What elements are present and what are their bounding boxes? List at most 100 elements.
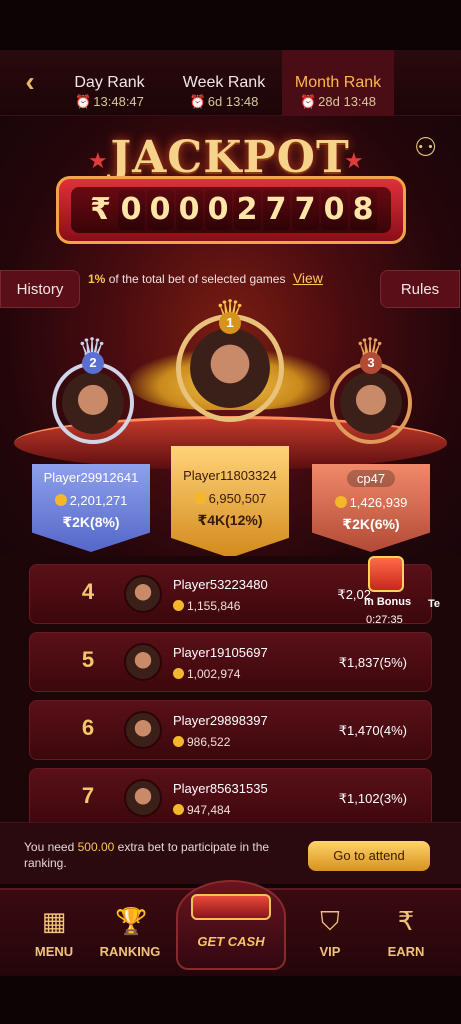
treasure-chest-icon: [191, 894, 271, 920]
rank-number: 7: [81, 783, 95, 808]
nav-label: EARN: [387, 944, 425, 959]
jackpot-note: 1% of the total bet of selected games Vi…: [88, 270, 378, 287]
rank-badge: 2: [82, 352, 104, 374]
ranking-row[interactable]: 5 Player19105697 1,002,974 ₹1,837(5%): [29, 632, 432, 692]
bonus-widget[interactable]: m Bonus 0:27:35: [358, 556, 438, 636]
tab-timer: ⏰ 28d 13:48: [299, 94, 377, 109]
system-nav-area: [0, 976, 461, 1024]
rank-badge: 3: [360, 352, 382, 374]
nav-earn[interactable]: ₹ EARN: [366, 890, 446, 978]
player-name-wrap: cp47: [312, 470, 430, 487]
clock-icon: ⏰: [189, 94, 206, 109]
tab-month-rank[interactable]: Month Rank ⏰ 28d 13:48: [282, 50, 394, 116]
rank-tabs: ‹ Day Rank ⏰ 13:48:47 Week Rank ⏰ 6d 13:48…: [0, 50, 461, 116]
counter-digit: 8: [349, 190, 377, 230]
counter-digit: 7: [262, 190, 290, 230]
counter-digit: 0: [117, 190, 145, 230]
nav-menu[interactable]: ▦ MENU: [14, 890, 94, 978]
player-name: Player29898397: [173, 713, 268, 728]
player-prize: ₹2K(8%): [62, 514, 120, 530]
nav-label: MENU: [34, 944, 74, 959]
nav-label: RANKING: [99, 944, 161, 959]
vip-shield-icon: ⛉: [320, 906, 340, 936]
player-name: cp47: [346, 470, 396, 487]
coin-icon: [54, 494, 67, 506]
coin-icon: [173, 804, 184, 815]
bonus-extra-label: Te: [428, 598, 441, 610]
required-amount: 500.00: [77, 840, 115, 854]
counter-digit: 2: [233, 190, 261, 230]
player-score: 986,522: [173, 735, 230, 749]
coin-icon: [193, 492, 206, 504]
nav-vip[interactable]: ⛉ VIP: [290, 890, 370, 978]
gift-icon: [368, 556, 404, 592]
rank-number: 5: [81, 647, 95, 672]
attend-message: You need 500.00 extra bet to participate…: [24, 840, 270, 870]
currency-symbol: ₹: [90, 192, 111, 227]
tab-timer: ⏰ 6d 13:48: [189, 94, 259, 109]
player-name: Player19105697: [173, 645, 268, 660]
tab-label: Week Rank: [182, 74, 266, 91]
player-name: Player11803324: [183, 468, 277, 483]
bonus-timer: 0:27:35: [366, 614, 403, 626]
avatar: [124, 575, 162, 613]
nav-label: GET CASH: [197, 934, 265, 949]
player-name: Player85631535: [173, 781, 268, 796]
tab-label: Day Rank: [74, 74, 145, 91]
back-icon[interactable]: ‹: [16, 68, 44, 96]
coin-icon: [173, 600, 184, 611]
avatar[interactable]: [62, 372, 124, 434]
view-link[interactable]: View: [293, 270, 323, 286]
tab-day-rank[interactable]: Day Rank ⏰ 13:48:47: [62, 50, 157, 116]
note-percent: 1%: [88, 272, 106, 286]
rank-badge: 1: [219, 312, 241, 334]
trophy-icon: 🏆: [115, 906, 148, 936]
coin-icon: [173, 736, 184, 747]
player-score: 1,426,939: [312, 495, 430, 510]
avatar[interactable]: [340, 372, 402, 434]
rank-number: 6: [81, 715, 95, 740]
player-prize: ₹1,470(4%): [338, 723, 407, 738]
avatar: [124, 711, 162, 749]
bottom-nav: ▦ MENU 🏆 RANKING GET CASH ⛉ VIP ₹ EARN: [0, 880, 461, 978]
clock-icon: ⏰: [75, 94, 92, 109]
rank-number: 4: [81, 579, 95, 604]
player-name: Player53223480: [173, 577, 268, 592]
nav-get-cash[interactable]: GET CASH: [176, 880, 286, 970]
counter-digit: 7: [291, 190, 319, 230]
counter-digit: 0: [175, 190, 203, 230]
nav-ranking[interactable]: 🏆 RANKING: [90, 890, 170, 978]
player-prize: ₹1,837(5%): [338, 655, 407, 670]
history-button[interactable]: History: [0, 270, 80, 308]
profile-gift-icon[interactable]: ⚇: [414, 132, 446, 164]
bonus-label: m Bonus: [364, 596, 412, 608]
jackpot-counter: ₹ 0 0 0 0 2 7 7 0 8: [56, 176, 406, 244]
player-prize: ₹4K(12%): [197, 512, 263, 528]
go-to-attend-button[interactable]: Go to attend: [308, 841, 430, 871]
ranking-row[interactable]: 6 Player29898397 986,522 ₹1,470(4%): [29, 700, 432, 760]
counter-digit: 0: [146, 190, 174, 230]
attend-panel: You need 500.00 extra bet to participate…: [0, 822, 461, 884]
avatar[interactable]: [190, 328, 270, 408]
coin-icon: [173, 668, 184, 679]
ranking-row[interactable]: 7 Player85631535 947,484 ₹1,102(3%): [29, 768, 432, 828]
counter-digit: 0: [320, 190, 348, 230]
player-score: 6,950,507: [171, 491, 289, 506]
status-area: [0, 0, 461, 50]
tab-week-rank[interactable]: Week Rank ⏰ 6d 13:48: [170, 50, 278, 116]
clock-icon: ⏰: [299, 94, 317, 109]
player-score: 2,201,271: [32, 493, 150, 508]
tab-timer: ⏰ 13:48:47: [75, 94, 144, 109]
player-prize: ₹1,102(3%): [338, 791, 407, 806]
rupee-coin-icon: ₹: [397, 906, 415, 936]
player-name: Player29912641: [43, 470, 139, 485]
nav-label: VIP: [319, 944, 341, 959]
podium-card-first[interactable]: Player11803324 6,950,507 ₹4K(12%): [171, 446, 289, 558]
counter-digit: 0: [204, 190, 232, 230]
player-score: 947,484: [173, 803, 230, 817]
coin-icon: [334, 496, 347, 508]
player-score: 1,002,974: [173, 667, 240, 681]
avatar: [124, 643, 162, 681]
menu-grid-icon: ▦: [41, 906, 67, 936]
rules-button[interactable]: Rules: [380, 270, 460, 308]
